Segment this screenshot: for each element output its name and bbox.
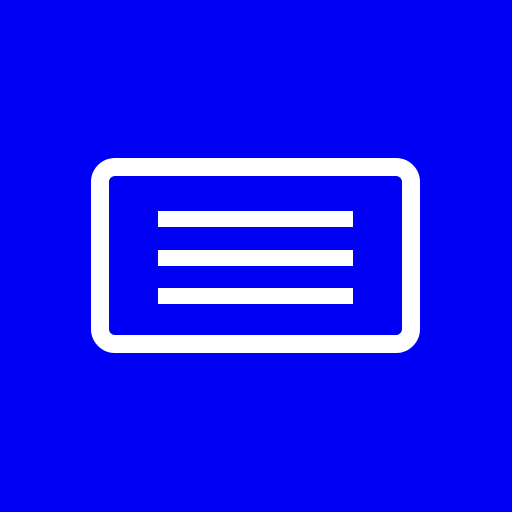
text-card-icon [91, 158, 420, 353]
app-icon-canvas [0, 0, 512, 512]
text-line [158, 211, 353, 227]
text-line [158, 250, 353, 266]
text-line [158, 288, 353, 304]
text-lines [158, 211, 353, 304]
